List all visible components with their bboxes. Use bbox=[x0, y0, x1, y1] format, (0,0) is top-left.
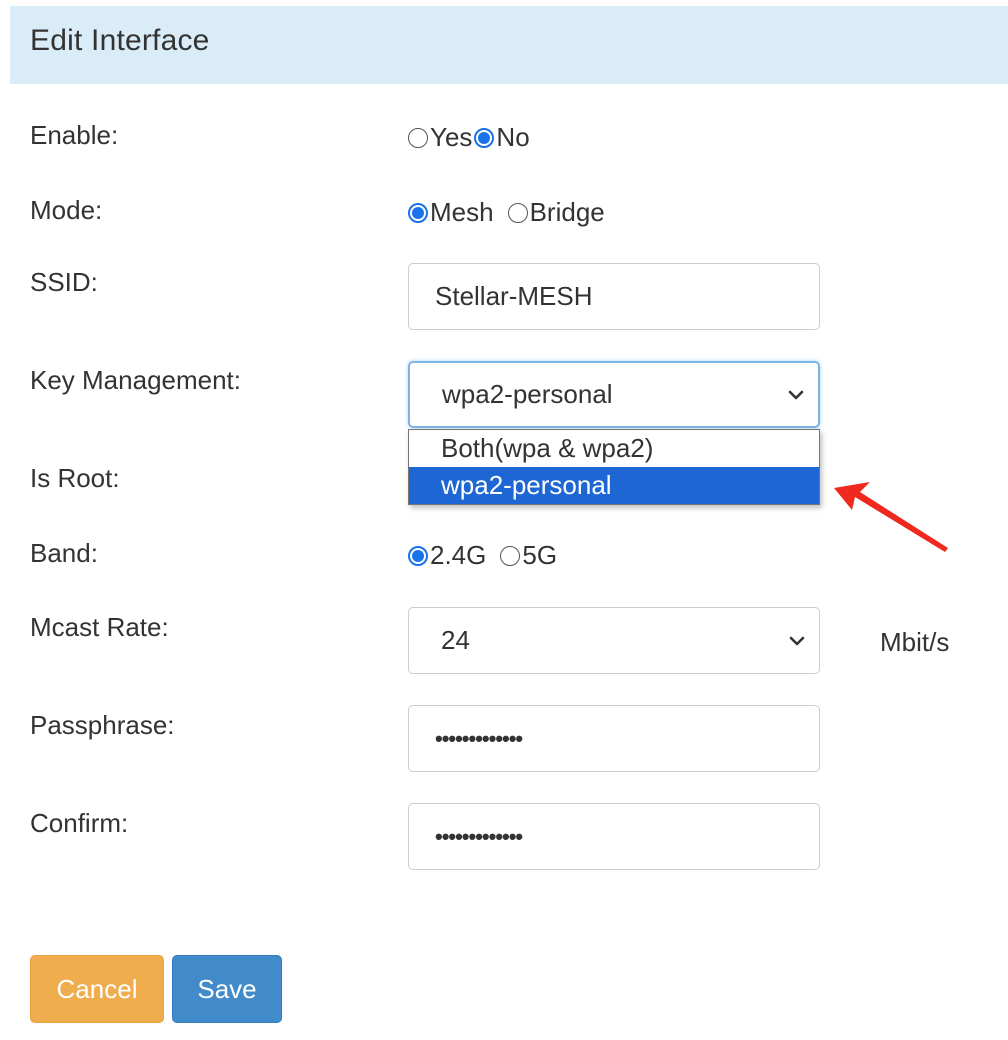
cancel-button[interactable]: Cancel bbox=[30, 955, 164, 1023]
band-2-4g-option[interactable]: 2.4G bbox=[408, 540, 486, 571]
enable-no-label: No bbox=[496, 122, 530, 152]
passphrase-label: Passphrase: bbox=[30, 710, 175, 740]
band-5g-radio[interactable] bbox=[500, 545, 521, 566]
ssid-value: Stellar-MESH bbox=[435, 281, 593, 311]
mode-mesh-option[interactable]: Mesh bbox=[408, 197, 494, 228]
mcast-rate-value: 24 bbox=[441, 625, 470, 655]
band-label: Band: bbox=[30, 538, 98, 568]
mode-label: Mode: bbox=[30, 195, 103, 225]
confirm-label: Confirm: bbox=[30, 808, 129, 838]
mode-bridge-label: Bridge bbox=[529, 197, 605, 227]
chevron-down-icon bbox=[788, 390, 804, 399]
save-button[interactable]: Save bbox=[172, 955, 282, 1023]
key-management-dropdown-list: Both(wpa & wpa2) wpa2-personal bbox=[408, 429, 820, 505]
mode-bridge-radio[interactable] bbox=[507, 202, 528, 223]
key-management-select[interactable]: wpa2-personal bbox=[408, 361, 820, 428]
band-2-4g-radio[interactable] bbox=[408, 545, 428, 566]
page-title: Edit Interface bbox=[30, 24, 210, 57]
mcast-rate-unit: Mbit/s bbox=[880, 627, 950, 657]
passphrase-value: ••••••••••••• bbox=[435, 725, 523, 751]
dropdown-option-wpa2-personal[interactable]: wpa2-personal bbox=[409, 467, 819, 504]
panel-header: Edit Interface bbox=[10, 6, 1008, 84]
confirm-input[interactable]: ••••••••••••• bbox=[408, 803, 820, 870]
enable-radio-group: Yes No bbox=[408, 122, 530, 153]
enable-label: Enable: bbox=[30, 120, 119, 150]
enable-yes-option[interactable]: Yes bbox=[408, 122, 472, 153]
mode-mesh-label: Mesh bbox=[430, 197, 494, 227]
ssid-input[interactable]: Stellar-MESH bbox=[408, 263, 820, 330]
ssid-label: SSID: bbox=[30, 267, 98, 297]
band-5g-option[interactable]: 5G bbox=[500, 540, 557, 571]
band-radio-group: 2.4G 5G bbox=[408, 540, 557, 571]
passphrase-input[interactable]: ••••••••••••• bbox=[408, 705, 820, 772]
band-2-4g-label: 2.4G bbox=[430, 540, 487, 570]
key-management-value: wpa2-personal bbox=[442, 379, 613, 409]
enable-no-radio[interactable] bbox=[474, 127, 495, 148]
enable-yes-label: Yes bbox=[430, 122, 473, 152]
confirm-value: ••••••••••••• bbox=[435, 823, 523, 849]
dropdown-option-both[interactable]: Both(wpa & wpa2) bbox=[409, 430, 819, 467]
band-5g-label: 5G bbox=[522, 540, 558, 570]
mode-bridge-option[interactable]: Bridge bbox=[507, 197, 605, 228]
is-root-label: Is Root: bbox=[30, 463, 120, 493]
mode-mesh-radio[interactable] bbox=[408, 202, 428, 223]
save-button-label: Save bbox=[197, 973, 257, 1004]
mcast-rate-label: Mcast Rate: bbox=[30, 612, 169, 642]
chevron-down-icon bbox=[789, 636, 805, 645]
enable-no-option[interactable]: No bbox=[474, 122, 530, 153]
cancel-button-label: Cancel bbox=[56, 973, 138, 1004]
enable-yes-radio[interactable] bbox=[408, 127, 428, 148]
red-arrow-annotation-icon bbox=[834, 482, 948, 552]
mcast-rate-select[interactable]: 24 bbox=[408, 607, 820, 674]
mode-radio-group: Mesh Bridge bbox=[408, 197, 605, 228]
key-management-label: Key Management: bbox=[30, 365, 242, 395]
